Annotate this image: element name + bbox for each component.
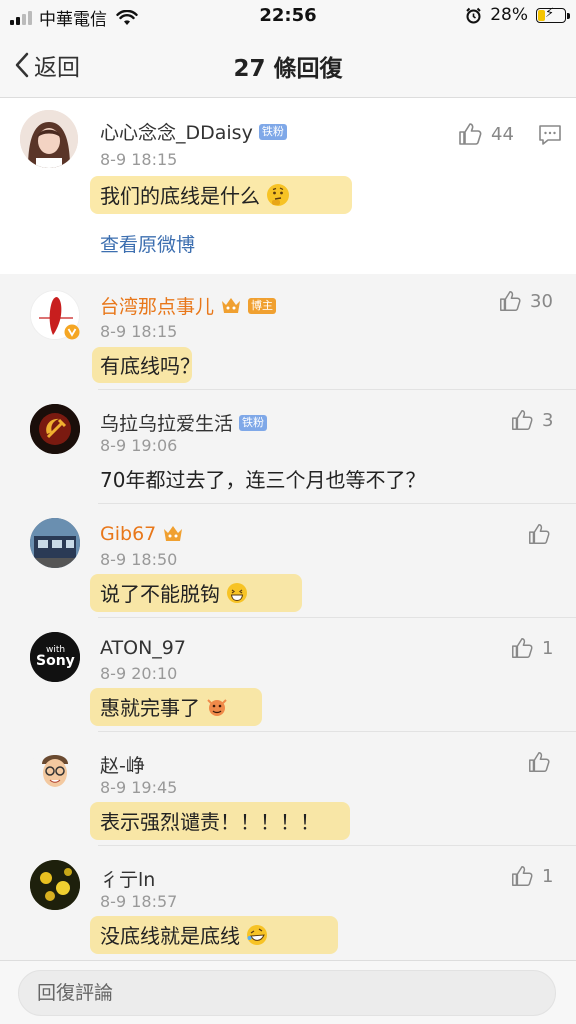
avatar[interactable]: [30, 746, 80, 796]
avatar[interactable]: [30, 518, 80, 568]
like-button[interactable]: [527, 750, 559, 774]
list-item: Gib67 8-9 18:50 说了不能脱钩: [0, 504, 576, 618]
fan-badge: 铁粉: [239, 414, 268, 431]
thinking-face-icon: [267, 184, 290, 206]
like-button[interactable]: 3: [510, 408, 553, 432]
like-count: 30: [530, 290, 553, 312]
vip-crown-icon: [164, 526, 183, 541]
comment-icon[interactable]: [538, 124, 562, 146]
reply-time: 8-9 19:45: [100, 778, 178, 797]
reply-time: 8-9 18:57: [100, 892, 178, 911]
username[interactable]: Gib67: [100, 523, 156, 545]
alarm-icon: [466, 7, 481, 23]
list-item: 乌拉乌拉爱生活 铁粉 8-9 19:06 70年都过去了，连三个月也等不了？ 3: [0, 390, 576, 504]
reply-time: 8-9 19:06: [100, 436, 178, 455]
hammer-sickle-avatar: [30, 404, 80, 454]
thumbs-up-icon: [512, 410, 533, 430]
like-button[interactable]: 30: [498, 289, 553, 313]
battery-icon: ⚡: [536, 5, 570, 23]
reply-text-content: 惠就完事了: [100, 696, 200, 720]
status-bar: 中華電信 22:56 28% ⚡: [0, 0, 576, 34]
reply-author[interactable]: 台湾那点事儿 博主: [100, 292, 277, 319]
username[interactable]: 彳亍ln: [100, 865, 155, 892]
like-count: 3: [542, 409, 554, 431]
username[interactable]: 乌拉乌拉爱生活: [100, 409, 233, 436]
reply-author[interactable]: ATON_97: [100, 637, 186, 659]
list-item: 台湾那点事儿 博主 8-9 18:15 有底线吗？ 30: [0, 274, 576, 390]
thumbs-up-icon: [529, 752, 550, 772]
reply-author[interactable]: 乌拉乌拉爱生活 铁粉: [100, 409, 268, 436]
memoji-avatar: [30, 746, 80, 796]
reply-text: 惠就完事了: [100, 692, 228, 721]
reply-text: 表示强烈谴责！！！！！: [100, 810, 320, 834]
like-count: 44: [491, 123, 514, 145]
reply-text-content: 说了不能脱钩: [100, 582, 220, 606]
view-original-post-link[interactable]: 查看原微博: [100, 230, 195, 257]
comment-time: 8-9 18:15: [100, 150, 178, 169]
reply-text: 没底线就是底线: [100, 920, 268, 949]
list-item: 赵-峥 8-9 19:45 表示强烈谴责！！！！！: [0, 732, 576, 846]
avatar[interactable]: [30, 404, 80, 454]
reply-time: 8-9 20:10: [100, 664, 178, 683]
comment-author[interactable]: 心心念念_DDaisy 铁粉: [100, 118, 287, 145]
username[interactable]: 赵-峥: [100, 751, 145, 778]
thumbs-up-icon: [500, 291, 521, 311]
reply-author[interactable]: 彳亍ln: [100, 865, 155, 892]
reply-text-content: 没底线就是底线: [100, 924, 240, 948]
avatar-image: [20, 110, 78, 168]
like-count: 1: [542, 637, 554, 659]
nav-bar: 返回 27 條回復: [0, 34, 576, 98]
battery-percent: 28%: [490, 5, 528, 25]
reply-text: 70年都过去了，连三个月也等不了？: [100, 468, 426, 492]
reply-text: 说了不能脱钩: [100, 578, 248, 607]
thumbs-up-icon: [512, 638, 533, 658]
flowers-avatar: [30, 860, 80, 910]
like-button[interactable]: 1: [510, 636, 553, 660]
reply-time: 8-9 18:15: [100, 322, 178, 341]
host-badge: 博主: [248, 297, 277, 314]
comment-text: 我们的底线是什么: [100, 180, 290, 209]
like-button[interactable]: [527, 522, 559, 546]
reply-author[interactable]: Gib67: [100, 523, 184, 545]
train-avatar: [30, 518, 80, 568]
main-comment: 心心念念_DDaisy 铁粉 8-9 18:15 我们的底线是什么 44 查看原…: [0, 98, 576, 274]
avatar[interactable]: with Sony: [30, 632, 80, 682]
username[interactable]: 心心念念_DDaisy: [100, 118, 253, 145]
crab-face-icon: [207, 699, 228, 716]
like-button[interactable]: 44: [457, 121, 514, 147]
reply-time: 8-9 18:50: [100, 550, 178, 569]
verified-icon: [64, 324, 80, 340]
sony-avatar-line2: Sony: [36, 653, 75, 669]
fan-badge: 铁粉: [258, 123, 287, 140]
rolling-laughing-face-icon: [247, 925, 268, 945]
bottom-bar: 回復評論: [0, 960, 576, 1024]
avatar[interactable]: [30, 860, 80, 910]
comment-text-content: 我们的底线是什么: [100, 184, 260, 208]
reply-author[interactable]: 赵-峥: [100, 751, 145, 778]
reply-input[interactable]: 回復評論: [18, 970, 556, 1016]
sony-avatar: with Sony: [30, 632, 80, 682]
replies-list: 台湾那点事儿 博主 8-9 18:15 有底线吗？ 30 乌拉乌拉爱生活 铁粉 …: [0, 274, 576, 964]
charging-bolt-icon: ⚡: [545, 5, 555, 21]
list-item: 彳亍ln 8-9 18:57 没底线就是底线 1: [0, 846, 576, 962]
page-title: 27 條回復: [233, 56, 343, 82]
thumbs-up-icon: [459, 123, 482, 145]
like-count: 1: [542, 865, 554, 887]
thumbs-up-icon: [512, 866, 533, 886]
username[interactable]: 台湾那点事儿: [100, 292, 214, 319]
laughing-face-icon: [227, 583, 248, 603]
reply-text: 有底线吗？: [100, 354, 200, 378]
vip-crown-icon: [222, 297, 241, 313]
thumbs-up-icon: [529, 524, 550, 544]
username[interactable]: ATON_97: [100, 637, 186, 659]
status-right: 28% ⚡: [465, 5, 570, 25]
avatar[interactable]: [20, 110, 78, 168]
list-item: with Sony ATON_97 8-9 20:10 惠就完事了 1: [0, 618, 576, 732]
like-button[interactable]: 1: [510, 864, 553, 888]
